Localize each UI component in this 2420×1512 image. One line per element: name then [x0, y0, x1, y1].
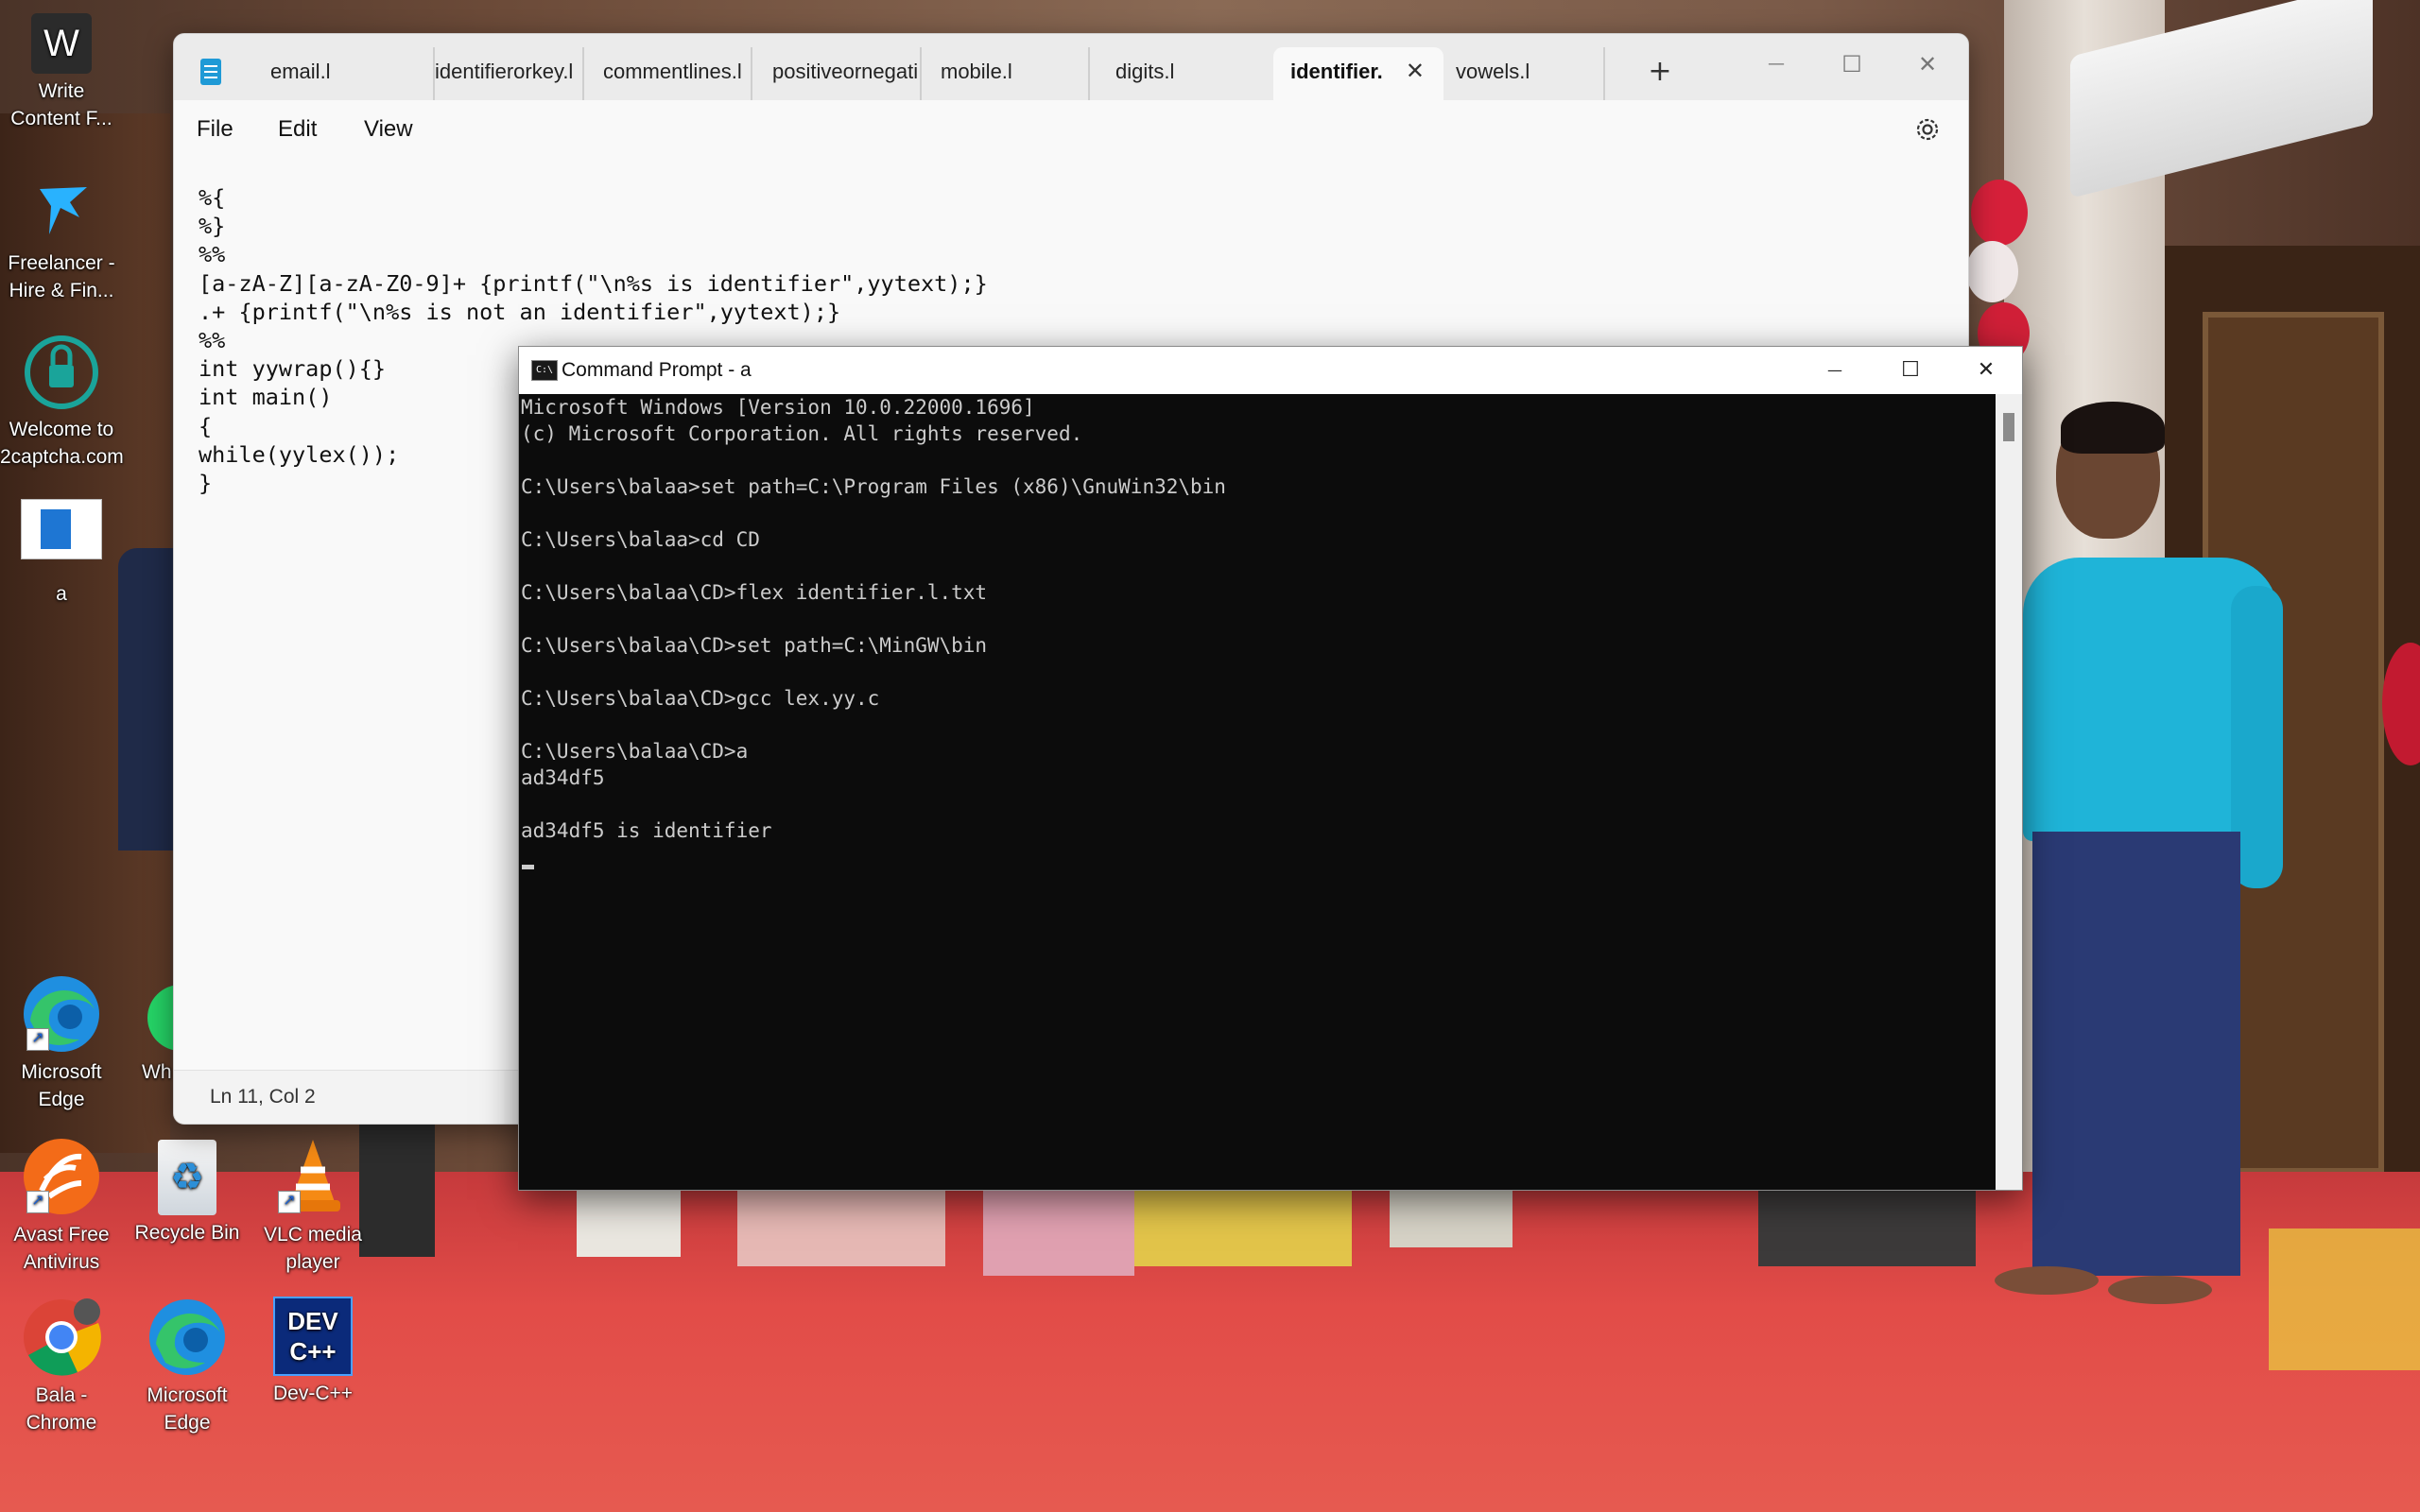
desktop-icon-avast[interactable]: ↗ Avast Free Antivirus — [0, 1136, 123, 1276]
desktop-icon-write-content[interactable]: W Write Content F... — [0, 13, 123, 132]
menu-view[interactable]: View — [364, 100, 413, 159]
maximize-button[interactable]: ☐ — [1823, 47, 1881, 81]
desktop-icon-label: Recycle Bin — [134, 1222, 240, 1244]
desktop-icon-label: Welcome to 2captcha.com — [0, 419, 124, 468]
cmd-console-output[interactable]: Microsoft Windows [Version 10.0.22000.16… — [521, 394, 1226, 844]
desktop-icon-label: Microsoft Edge — [147, 1384, 228, 1434]
shortcut-arrow-icon: ↗ — [278, 1191, 301, 1213]
cmd-close-button[interactable]: ✕ — [1948, 347, 2022, 394]
desktop-icon-label: VLC media player — [264, 1224, 362, 1273]
desktop-icon-label: Avast Free Antivirus — [13, 1224, 110, 1273]
write-app-icon: W — [31, 13, 92, 74]
cmd-scrollbar-thumb[interactable] — [2003, 413, 2014, 441]
tab-commentlines[interactable]: commentlines.l — [592, 47, 752, 100]
cmd-title-bar[interactable]: C:\ Command Prompt - a — ☐ ✕ — [519, 347, 2022, 394]
close-tab-icon[interactable]: ✕ — [1406, 47, 1425, 96]
vlc-cone-icon: ↗ — [272, 1136, 354, 1217]
lock-icon — [21, 327, 102, 412]
desktop-icon-a-file[interactable]: a — [0, 499, 123, 608]
settings-gear-icon[interactable] — [1913, 115, 1942, 144]
edge-icon: ↗ — [21, 973, 102, 1055]
menu-file[interactable]: File — [197, 100, 233, 159]
recycle-bin-icon: ♻ — [158, 1140, 216, 1215]
whatsapp-icon — [123, 973, 175, 1055]
desktop-icon-label: Freelancer - Hire & Fin... — [8, 252, 115, 301]
menu-edit[interactable]: Edit — [278, 100, 317, 159]
desktop-icon-2captcha[interactable]: Welcome to 2captcha.com — [0, 327, 124, 471]
shortcut-arrow-icon: ↗ — [26, 1191, 49, 1213]
freelancer-bird-icon — [21, 180, 102, 246]
desktop-icon-label: Dev-C++ — [272, 1383, 354, 1404]
desktop-icon-recycle-bin[interactable]: ♻ Recycle Bin — [126, 1136, 249, 1246]
cmd-minimize-button[interactable]: — — [1797, 347, 1873, 394]
minimize-button[interactable]: — — [1747, 47, 1806, 81]
desktop-icon-vlc[interactable]: ↗ VLC media player — [251, 1136, 374, 1276]
notepad-tab-bar: email.l identifierorkey.l commentlines.l… — [174, 34, 1968, 100]
avast-icon: ↗ — [21, 1136, 102, 1217]
desktop-icon-chrome[interactable]: Bala - Chrome — [0, 1297, 123, 1436]
chrome-icon — [21, 1297, 102, 1378]
tab-identifier-label: identifier. — [1290, 60, 1383, 83]
cmd-title: Command Prompt - a — [562, 359, 752, 381]
desktop-icon-edge-1[interactable]: ↗ Microsoft Edge — [0, 973, 123, 1113]
desktop-icon-label: a — [56, 583, 67, 605]
desktop-icon-label: Microsoft Edge — [21, 1061, 102, 1110]
desktop-icon-freelancer[interactable]: Freelancer - Hire & Fin... — [0, 180, 123, 304]
command-prompt-window[interactable]: C:\ Command Prompt - a — ☐ ✕ Microsoft W… — [518, 346, 2023, 1191]
desktop-icon-label: Write Content F... — [10, 80, 112, 129]
desktop-icon-devcpp[interactable]: DEV C++ Dev-C++ — [251, 1297, 374, 1407]
desktop-icon-label: Bala - Chrome — [26, 1384, 97, 1434]
devcpp-icon: DEV C++ — [273, 1297, 353, 1376]
tab-identifier[interactable]: identifier. ✕ — [1273, 47, 1443, 100]
notepad-menu-bar: File Edit View — [174, 100, 1968, 159]
desktop-icon-label: Wh — [142, 1061, 172, 1083]
tab-digits[interactable]: digits.l — [1098, 47, 1263, 100]
cmd-scrollbar[interactable] — [1996, 394, 2022, 1190]
desktop-icon-edge-2[interactable]: Microsoft Edge — [126, 1297, 249, 1436]
document-icon — [21, 499, 102, 559]
tab-vowels[interactable]: vowels.l — [1446, 47, 1605, 100]
desktop-icon-whatsapp[interactable]: Wh — [123, 973, 175, 1086]
tab-email[interactable]: email.l — [253, 47, 435, 100]
cmd-text-cursor — [522, 865, 534, 869]
notepad-app-icon — [200, 59, 221, 85]
cmd-app-icon: C:\ — [531, 360, 558, 381]
shortcut-arrow-icon: ↗ — [26, 1028, 49, 1051]
tab-mobile[interactable]: mobile.l — [929, 47, 1090, 100]
tab-identifierorkey[interactable]: identifierorkey.l — [424, 47, 584, 100]
cursor-position: Ln 11, Col 2 — [210, 1086, 316, 1108]
new-tab-button[interactable]: + — [1641, 53, 1679, 91]
tab-positiveornegative[interactable]: positiveornegati — [761, 47, 922, 100]
edge-icon — [147, 1297, 228, 1378]
close-button[interactable]: ✕ — [1898, 47, 1957, 81]
cmd-maximize-button[interactable]: ☐ — [1873, 347, 1948, 394]
